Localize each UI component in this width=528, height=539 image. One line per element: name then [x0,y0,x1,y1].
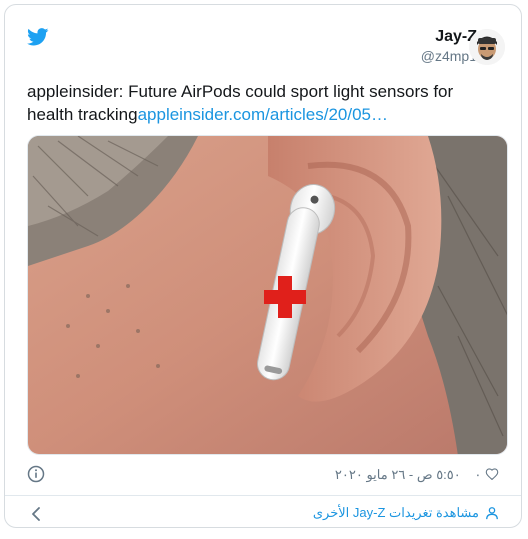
twitter-bird-icon[interactable] [27,28,49,46]
view-more-tweets-link[interactable]: مشاهدة تغريدات Jay-Z الأخرى [313,505,499,521]
tweet-card: Jay-Z @z4mp1 appleinsider: Future AirPod… [4,4,522,528]
tweet-meta: ٠ ٥:٥٠ ص - ٢٦ مايو ٢٠٢٠ [335,467,499,483]
chevron-left-icon[interactable] [29,506,43,522]
divider [5,495,521,496]
like-count: ٠ [474,467,482,482]
heart-icon [485,468,499,481]
person-icon [486,507,498,520]
avatar-illustration [469,29,505,65]
timestamp[interactable]: ٥:٥٠ ص - ٢٦ مايو ٢٠٢٠ [335,467,461,482]
tweet-media-image[interactable] [27,135,508,455]
like-button[interactable]: ٠ [474,467,499,483]
tweet-text: appleinsider: Future AirPods could sport… [27,80,497,126]
info-icon[interactable] [27,465,45,483]
view-more-tweets-label: مشاهدة تغريدات Jay-Z الأخرى [312,505,479,520]
avatar[interactable] [469,29,505,65]
article-link[interactable]: appleinsider.com/articles/20/05… [138,105,388,124]
airpod-ear-photo [28,136,507,454]
